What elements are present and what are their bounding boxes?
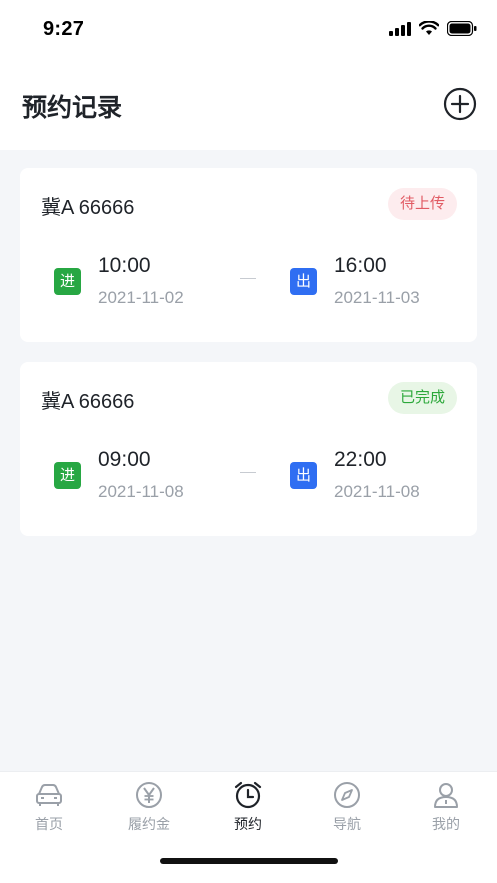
tab-label: 我的 — [432, 816, 460, 832]
alarm-clock-icon — [234, 781, 262, 809]
entry-icon: 进 — [54, 268, 81, 295]
exit-icon: 出 — [290, 268, 317, 295]
add-button[interactable] — [443, 87, 477, 121]
signal-icon — [389, 21, 411, 36]
time-separator — [240, 472, 256, 473]
compass-icon — [334, 782, 360, 808]
entry-time: 10:00 — [98, 254, 151, 277]
status-badge: 已完成 — [387, 382, 457, 414]
tab-booking[interactable]: 预约 — [208, 780, 288, 834]
tab-profile[interactable]: 我的 — [406, 780, 486, 834]
tab-label: 履约金 — [128, 816, 170, 832]
plate-number: 冀A 66666 — [41, 197, 135, 219]
tab-home[interactable]: 首页 — [9, 780, 89, 834]
tab-label: 导航 — [333, 816, 361, 832]
car-icon — [36, 784, 62, 806]
yen-icon — [136, 782, 162, 808]
entry-date: 2021-11-02 — [98, 288, 184, 307]
tab-label: 首页 — [35, 816, 63, 832]
status-icons — [389, 21, 477, 36]
time-separator — [240, 278, 256, 279]
entry-date: 2021-11-08 — [98, 482, 184, 501]
home-indicator — [160, 858, 338, 864]
exit-time: 16:00 — [334, 254, 387, 277]
wifi-icon — [419, 21, 439, 35]
exit-date: 2021-11-03 — [334, 288, 420, 307]
record-list: 冀A 66666 待上传 进 10:00 2021-11-02 出 16:00 … — [20, 168, 477, 556]
tab-label: 预约 — [234, 816, 262, 832]
tab-deposit[interactable]: 履约金 — [109, 780, 189, 834]
tab-bar: 首页 履约金 预约 导航 我的 — [0, 771, 497, 883]
plate-number: 冀A 66666 — [41, 391, 135, 413]
record-card[interactable]: 冀A 66666 待上传 进 10:00 2021-11-02 出 16:00 … — [20, 168, 477, 342]
entry-icon: 进 — [54, 462, 81, 489]
header: 预约记录 — [0, 62, 497, 150]
entry-time: 09:00 — [98, 448, 151, 471]
status-badge: 待上传 — [387, 188, 457, 220]
exit-time: 22:00 — [334, 448, 387, 471]
page-title: 预约记录 — [22, 94, 123, 122]
exit-date: 2021-11-08 — [334, 482, 420, 501]
status-bar: 9:27 — [0, 0, 497, 62]
exit-icon: 出 — [290, 462, 317, 489]
status-time: 9:27 — [43, 18, 85, 40]
tab-navigation[interactable]: 导航 — [307, 780, 387, 834]
plus-circle-icon — [443, 87, 477, 121]
user-icon — [434, 783, 458, 808]
record-card[interactable]: 冀A 66666 已完成 进 09:00 2021-11-08 出 22:00 … — [20, 362, 477, 536]
battery-icon — [447, 21, 477, 36]
